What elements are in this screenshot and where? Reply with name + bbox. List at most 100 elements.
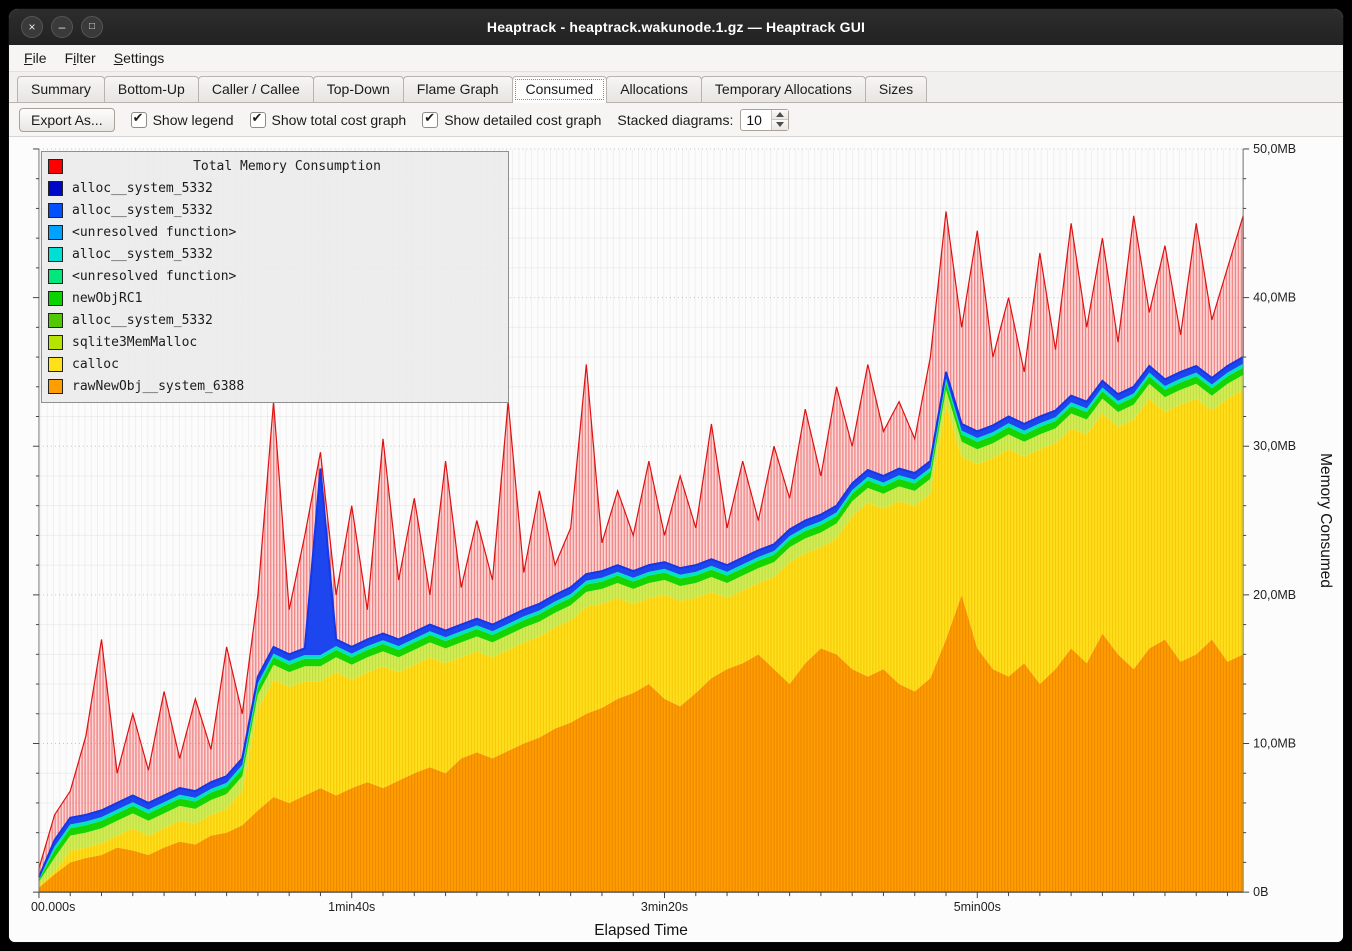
close-icon: × (28, 20, 35, 34)
legend-label: <unresolved function> (72, 269, 236, 284)
y-tick-label: 0B (1253, 885, 1268, 899)
check-icon: ✔ (133, 110, 144, 126)
legend-swatch (48, 203, 63, 218)
y-tick-label: 40,0MB (1253, 291, 1296, 305)
legend-item: rawNewObj__system_6388 (48, 375, 502, 397)
legend-swatch (48, 247, 63, 262)
desktop-background: × – □ Heaptrack - heaptrack.wakunode.1.g… (0, 0, 1352, 951)
x-tick-label: 1min40s (328, 900, 375, 914)
tab-consumed[interactable]: Consumed (512, 76, 608, 103)
window-title: Heaptrack - heaptrack.wakunode.1.gz — He… (487, 19, 865, 35)
tab-allocations[interactable]: Allocations (606, 76, 702, 102)
legend-item: alloc__system_5332 (48, 199, 502, 221)
spin-down-button[interactable] (772, 120, 788, 130)
stacked-diagrams-label: Stacked diagrams: (617, 112, 733, 128)
y-tick-label: 50,0MB (1253, 142, 1296, 156)
legend-item: <unresolved function> (48, 265, 502, 287)
legend-label: rawNewObj__system_6388 (72, 379, 244, 394)
show-total-cost-checkbox-group[interactable]: ✔ Show total cost graph (250, 112, 407, 128)
show-detailed-cost-label: Show detailed cost graph (444, 112, 601, 128)
legend-swatch (48, 357, 63, 372)
menu-file-mnemonic: F (24, 50, 33, 66)
stacked-diagrams-value[interactable]: 10 (741, 110, 771, 130)
export-as-button[interactable]: Export As... (19, 108, 115, 132)
show-legend-label: Show legend (153, 112, 234, 128)
chart-legend: Total Memory Consumption alloc__system_53… (41, 151, 509, 403)
toolbar: Export As... ✔ Show legend ✔ Show total … (9, 103, 1343, 137)
legend-swatch (48, 269, 63, 284)
show-total-cost-label: Show total cost graph (272, 112, 407, 128)
show-detailed-cost-checkbox-group[interactable]: ✔ Show detailed cost graph (422, 112, 601, 128)
stacked-diagrams-spinbox[interactable]: 10 (740, 109, 789, 131)
show-total-cost-checkbox[interactable]: ✔ (250, 112, 266, 128)
tab-flame-graph[interactable]: Flame Graph (403, 76, 513, 102)
legend-swatch (48, 225, 63, 240)
menu-file-rest: ile (33, 50, 47, 66)
chevron-up-icon (776, 112, 784, 117)
legend-label: <unresolved function> (72, 225, 236, 240)
consumed-chart-area: 00.000s 1min40s 3min20s 5min00s 0B 10,0MB 20,0… (9, 137, 1343, 942)
legend-swatch (48, 313, 63, 328)
legend-label: alloc__system_5332 (72, 247, 213, 262)
x-axis-title: Elapsed Time (594, 922, 688, 939)
legend-item: newObjRC1 (48, 287, 502, 309)
menu-bar: File Filter Settings (9, 45, 1343, 72)
menu-settings[interactable]: Settings (105, 47, 174, 69)
legend-item: <unresolved function> (48, 221, 502, 243)
tab-temporary-allocations[interactable]: Temporary Allocations (701, 76, 866, 102)
legend-title: Total Memory Consumption (72, 159, 502, 174)
legend-label: calloc (72, 357, 119, 372)
tab-top-down[interactable]: Top-Down (313, 76, 404, 102)
y-tick-label: 10,0MB (1253, 736, 1296, 750)
legend-item: calloc (48, 353, 502, 375)
x-tick-label: 5min00s (954, 900, 1001, 914)
maximize-icon: □ (89, 21, 95, 32)
legend-item: alloc__system_5332 (48, 309, 502, 331)
spin-arrows (771, 110, 788, 130)
minimize-button[interactable]: – (51, 16, 73, 38)
legend-label: alloc__system_5332 (72, 181, 213, 196)
menu-file[interactable]: File (15, 47, 56, 69)
title-bar[interactable]: × – □ Heaptrack - heaptrack.wakunode.1.g… (9, 9, 1343, 45)
tab-summary[interactable]: Summary (17, 76, 105, 102)
tab-caller-callee[interactable]: Caller / Callee (198, 76, 314, 102)
x-tick-label: 3min20s (641, 900, 688, 914)
legend-swatch (48, 181, 63, 196)
legend-swatch (48, 379, 63, 394)
legend-title-row: Total Memory Consumption (48, 155, 502, 177)
show-legend-checkbox[interactable]: ✔ (131, 112, 147, 128)
show-legend-checkbox-group[interactable]: ✔ Show legend (131, 112, 234, 128)
legend-label: alloc__system_5332 (72, 313, 213, 328)
legend-label: sqlite3MemMalloc (72, 335, 197, 350)
heaptrack-window: × – □ Heaptrack - heaptrack.wakunode.1.g… (8, 8, 1344, 943)
menu-filter[interactable]: Filter (56, 47, 105, 69)
stacked-diagrams-group: Stacked diagrams: 10 (617, 109, 789, 131)
x-tick-label: 00.000s (31, 900, 75, 914)
legend-item: sqlite3MemMalloc (48, 331, 502, 353)
tab-bottom-up[interactable]: Bottom-Up (104, 76, 199, 102)
show-detailed-cost-checkbox[interactable]: ✔ (422, 112, 438, 128)
close-button[interactable]: × (21, 16, 43, 38)
legend-item: alloc__system_5332 (48, 243, 502, 265)
y-axis-title: Memory Consumed (1317, 453, 1334, 588)
spin-up-button[interactable] (772, 110, 788, 121)
tab-bar: Summary Bottom-Up Caller / Callee Top-Do… (9, 72, 1343, 103)
legend-label: newObjRC1 (72, 291, 142, 306)
tab-sizes[interactable]: Sizes (865, 76, 927, 102)
legend-item: alloc__system_5332 (48, 177, 502, 199)
minimize-icon: – (59, 20, 66, 34)
menu-filter-pre: F (65, 50, 74, 66)
legend-swatch-total (48, 159, 63, 174)
check-icon: ✔ (424, 110, 435, 126)
menu-filter-rest: lter (76, 50, 95, 66)
legend-swatch (48, 335, 63, 350)
legend-swatch (48, 291, 63, 306)
legend-label: alloc__system_5332 (72, 203, 213, 218)
menu-settings-mnemonic: S (114, 50, 123, 66)
maximize-button[interactable]: □ (81, 16, 103, 38)
y-tick-label: 20,0MB (1253, 588, 1296, 602)
y-tick-label: 30,0MB (1253, 439, 1296, 453)
check-icon: ✔ (252, 110, 263, 126)
menu-settings-rest: ettings (123, 50, 164, 66)
chevron-down-icon (776, 122, 784, 127)
